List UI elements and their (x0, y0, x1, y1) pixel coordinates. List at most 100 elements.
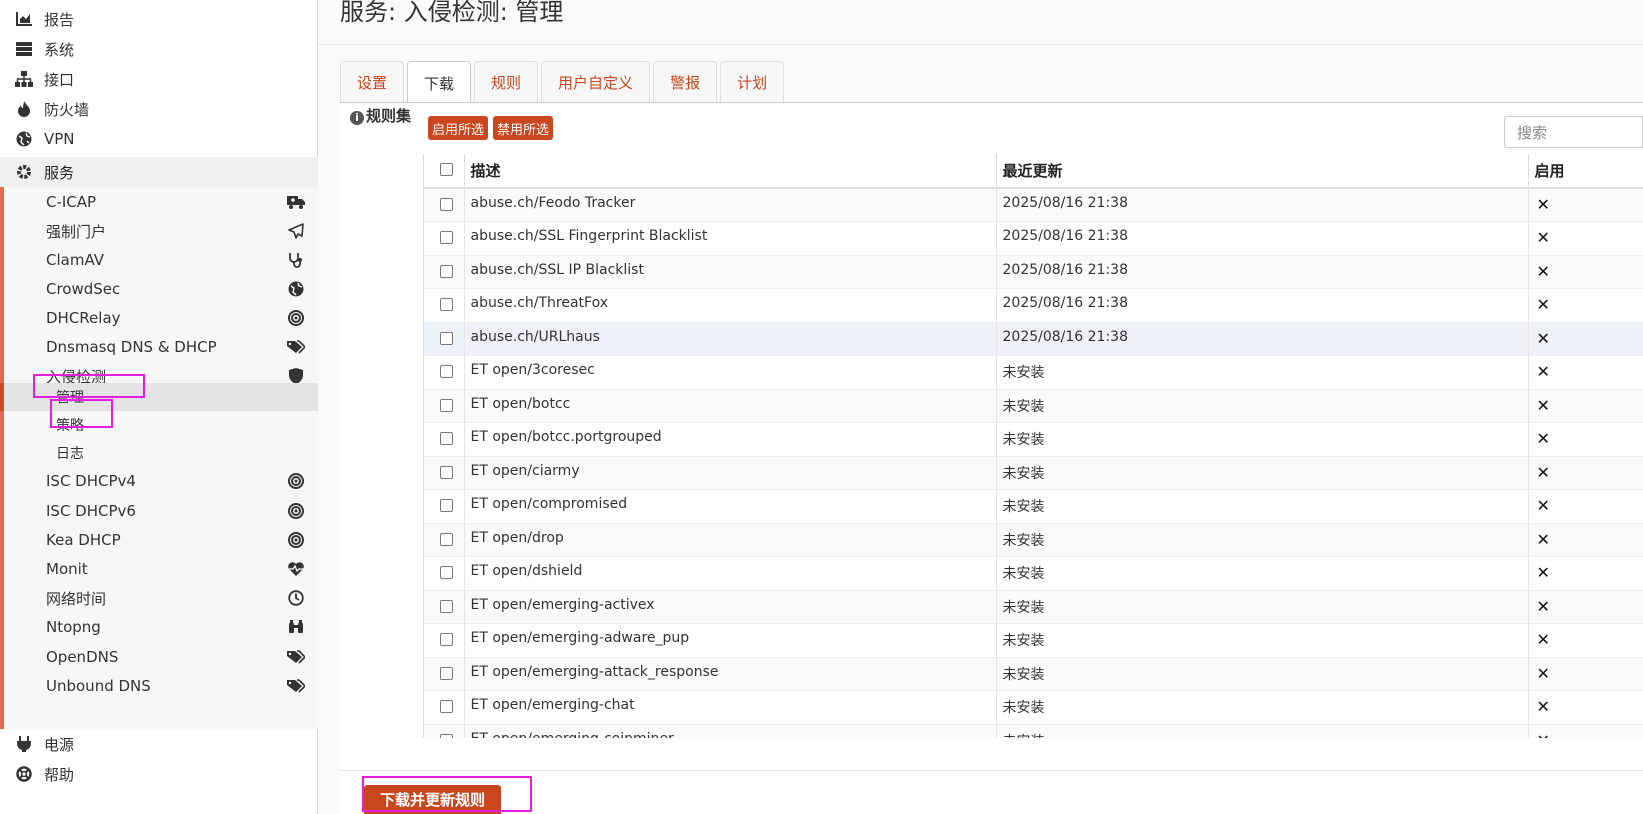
tab-user-defined[interactable]: 用户自定义 (541, 61, 651, 103)
row-checkbox[interactable] (440, 465, 453, 479)
sidebar-item-vpn[interactable]: VPN (0, 124, 318, 154)
table-row[interactable]: abuse.ch/SSL Fingerprint Blacklist 2025/0… (424, 221, 1643, 256)
sidebar-item-crowdsec[interactable]: CrowdSec (0, 274, 318, 304)
row-checkbox[interactable] (440, 733, 453, 738)
disabled-x-icon[interactable]: ✕ (1528, 255, 1643, 289)
table-row[interactable]: abuse.ch/ThreatFox 2025/08/16 21:38 ✕ (424, 288, 1643, 323)
table-row[interactable]: ET open/botcc.portgrouped 未安装 ✕ (424, 422, 1643, 457)
row-checkbox[interactable] (440, 398, 453, 412)
cell-description: ET open/emerging-attack_response (464, 657, 997, 691)
disable-selected-button[interactable]: 禁用所选 (493, 116, 554, 140)
sidebar-item-label: ISC DHCPv6 (46, 502, 136, 520)
info-icon[interactable]: i (350, 111, 364, 125)
sidebar-item-isc-dhcpv6[interactable]: ISC DHCPv6 (0, 496, 318, 526)
sidebar-item-kea-dhcp[interactable]: Kea DHCP (0, 525, 318, 555)
sidebar-item-label: ClamAV (46, 251, 105, 269)
sidebar-item-opendns[interactable]: OpenDNS (0, 642, 318, 672)
table-row[interactable]: ET open/emerging-adware_pup 未安装 ✕ (424, 623, 1643, 658)
sidebar-item-dhcrelay[interactable]: DHCRelay (0, 303, 318, 333)
row-checkbox[interactable] (440, 298, 453, 311)
table-row[interactable]: ET open/drop 未安装 ✕ (424, 523, 1643, 557)
table-row[interactable]: ET open/emerging-attack_response 未安装 ✕ (424, 657, 1643, 691)
disabled-x-icon[interactable]: ✕ (1528, 389, 1643, 423)
tab-alerts[interactable]: 警报 (653, 61, 718, 103)
sidebar-item-clamav[interactable]: ClamAV (0, 245, 318, 275)
row-checkbox[interactable] (440, 700, 453, 713)
disabled-x-icon[interactable]: ✕ (1528, 188, 1643, 222)
sidebar-item-reports[interactable]: 报告 (0, 4, 318, 34)
row-checkbox[interactable] (440, 365, 453, 378)
tags-icon (286, 648, 306, 666)
tab-rules[interactable]: 规则 (474, 61, 539, 103)
row-checkbox[interactable] (440, 231, 453, 244)
sidebar-item-monit[interactable]: Monit (0, 554, 318, 584)
disabled-x-icon[interactable]: ✕ (1528, 355, 1643, 390)
table-row[interactable]: abuse.ch/URLhaus 2025/08/16 21:38 ✕ (424, 322, 1643, 356)
search-input[interactable]: 搜索 (1504, 116, 1643, 148)
cell-last-updated: 未安装 (996, 556, 1529, 591)
select-all-checkbox[interactable] (440, 163, 453, 176)
sidebar-item-unbound-dns[interactable]: Unbound DNS (0, 671, 318, 701)
tab-schedule[interactable]: 计划 (720, 61, 785, 103)
sidebar-item-power[interactable]: 电源 (0, 729, 318, 759)
row-checkbox[interactable] (440, 566, 453, 579)
disabled-x-icon[interactable]: ✕ (1528, 690, 1643, 725)
disabled-x-icon[interactable]: ✕ (1528, 422, 1643, 457)
sidebar-item-isc-dhcpv4[interactable]: ISC DHCPv4 (0, 466, 318, 496)
cell-description: ET open/emerging-adware_pup (464, 623, 997, 658)
table-row[interactable]: ET open/3coresec 未安装 ✕ (424, 355, 1643, 390)
row-checkbox[interactable] (440, 499, 453, 512)
sidebar-item-ids-policy[interactable]: 策略 (0, 411, 318, 439)
table-row[interactable]: ET open/emerging-activex 未安装 ✕ (424, 590, 1643, 624)
disabled-x-icon[interactable]: ✕ (1528, 523, 1643, 557)
sidebar-item-system[interactable]: 系统 (0, 34, 318, 64)
table-row[interactable]: abuse.ch/SSL IP Blacklist 2025/08/16 21:3… (424, 255, 1643, 289)
sidebar-item-network-time[interactable]: 网络时间 (0, 583, 318, 613)
sidebar-item-firewall[interactable]: 防火墙 (0, 94, 318, 124)
tab-download[interactable]: 下载 (407, 61, 472, 104)
column-header-last-updated[interactable]: 最近更新 (996, 154, 1529, 189)
table-row[interactable]: ET open/ciarmy 未安装 ✕ (424, 456, 1643, 490)
disabled-x-icon[interactable]: ✕ (1528, 221, 1643, 256)
sidebar-item-ids-log[interactable]: 日志 (0, 439, 318, 467)
tab-settings[interactable]: 设置 (340, 61, 405, 103)
row-checkbox[interactable] (440, 432, 453, 445)
row-checkbox[interactable] (440, 331, 453, 345)
row-checkbox[interactable] (440, 532, 453, 546)
sidebar-item-ntopng[interactable]: Ntopng (0, 612, 318, 642)
disabled-x-icon[interactable]: ✕ (1528, 623, 1643, 658)
row-checkbox[interactable] (440, 198, 453, 211)
sidebar-item-label: 报告 (44, 10, 75, 29)
disabled-x-icon[interactable]: ✕ (1528, 657, 1643, 691)
globe-icon (286, 280, 306, 298)
column-header-enabled[interactable]: 启用 (1528, 154, 1643, 189)
sidebar-item-c-icap[interactable]: C-ICAP (0, 187, 318, 217)
table-row[interactable]: ET open/emerging-chat 未安装 ✕ (424, 690, 1643, 725)
sidebar-item-label: VPN (44, 130, 75, 148)
enable-selected-button[interactable]: 启用所选 (428, 116, 489, 140)
sidebar-item-interfaces[interactable]: 接口 (0, 64, 318, 94)
disabled-x-icon[interactable]: ✕ (1528, 288, 1643, 323)
disabled-x-icon[interactable]: ✕ (1528, 489, 1643, 524)
row-checkbox[interactable] (440, 666, 453, 680)
disabled-x-icon[interactable]: ✕ (1528, 556, 1643, 591)
disabled-x-icon[interactable]: ✕ (1528, 724, 1643, 738)
disabled-x-icon[interactable]: ✕ (1528, 590, 1643, 624)
row-checkbox[interactable] (440, 264, 453, 278)
disabled-x-icon[interactable]: ✕ (1528, 456, 1643, 490)
table-row[interactable]: ET open/emerging-coinminer未安装✕ (424, 724, 1643, 738)
column-header-description[interactable]: 描述 (464, 154, 997, 189)
sidebar-item-captive-portal[interactable]: 强制门户 (0, 216, 318, 246)
sidebar-item-dnsmasq[interactable]: Dnsmasq DNS & DHCP (0, 332, 318, 362)
table-row[interactable]: ET open/compromised 未安装 ✕ (424, 489, 1643, 524)
row-checkbox[interactable] (440, 599, 453, 613)
row-checkbox[interactable] (440, 633, 453, 646)
sidebar-item-help[interactable]: 帮助 (0, 759, 318, 789)
sidebar-item-services[interactable]: 服务 (0, 157, 318, 187)
binoculars-icon (286, 618, 306, 636)
table-row[interactable]: ET open/botcc 未安装 ✕ (424, 389, 1643, 423)
table-row[interactable]: abuse.ch/Feodo Tracker 2025/08/16 21:38 ✕ (424, 188, 1643, 222)
target-icon (286, 472, 306, 490)
disabled-x-icon[interactable]: ✕ (1528, 322, 1643, 356)
table-row[interactable]: ET open/dshield 未安装 ✕ (424, 556, 1643, 591)
